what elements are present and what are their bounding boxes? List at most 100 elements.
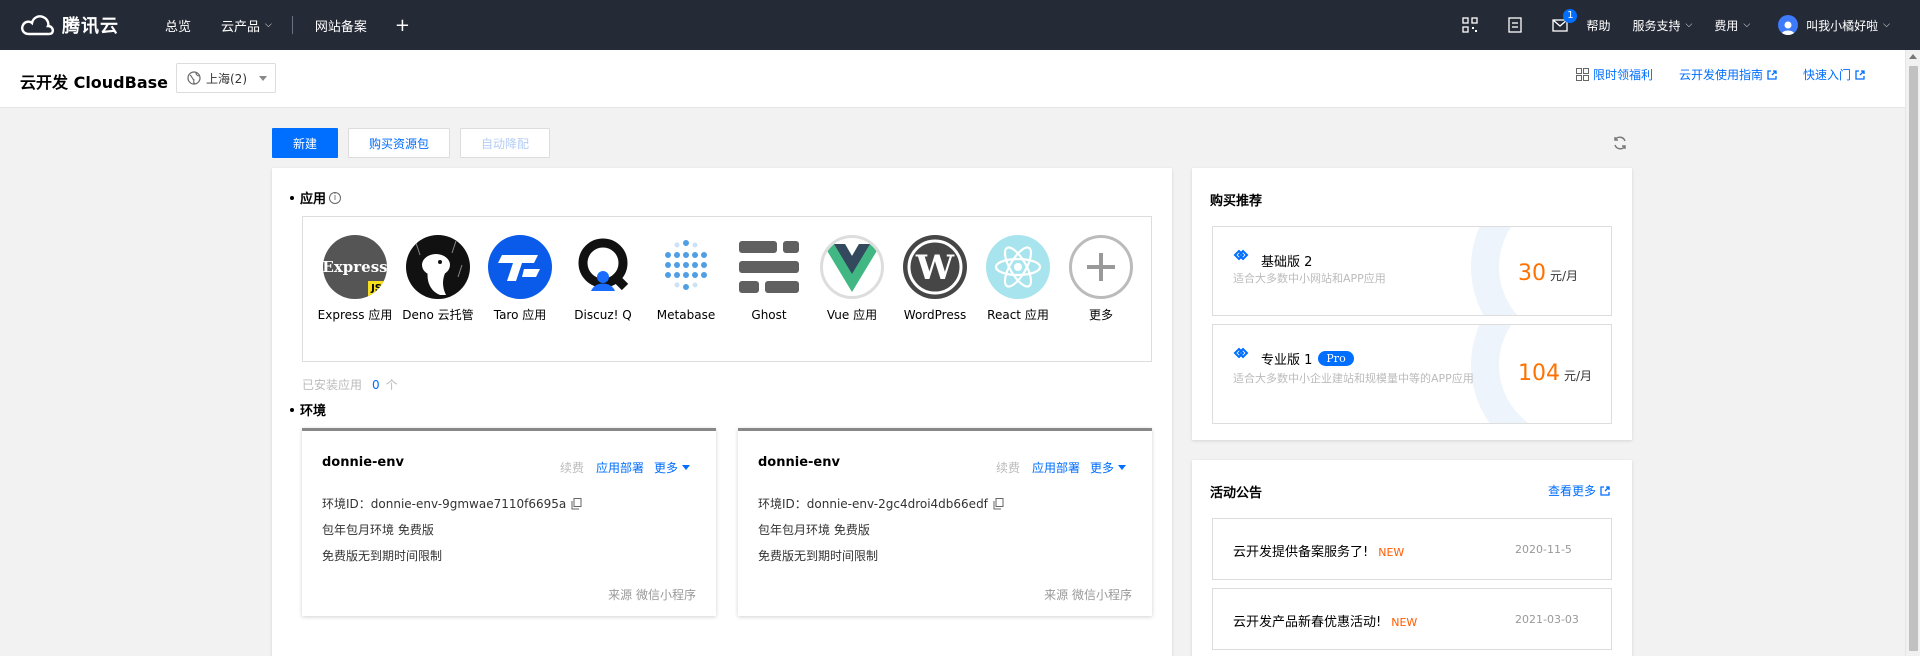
app-more[interactable]: 更多 [1061,235,1141,323]
mail-icon[interactable]: 1 [1552,8,1578,32]
scroll-thumb[interactable] [1909,66,1918,651]
link-benefits[interactable]: 限时领福利 [1572,66,1653,83]
chevron-down-icon: ⌵ [1743,20,1751,30]
env-plan: 包年包月环境 免费版 [758,523,870,537]
main-card: 应用 i Express JS Express 应用 Deno 云托管 Taro… [272,168,1172,656]
add-shortcut-icon[interactable]: + [395,15,410,36]
sub-links: 限时领福利 云开发使用指南 快速入门 [1546,66,1865,83]
more-dropdown[interactable]: 更多 [654,459,690,476]
nav-divider [291,16,293,34]
app-react[interactable]: React 应用 [978,235,1058,323]
ghost-icon [737,235,801,299]
chevron-down-icon: ⌵ [1685,20,1693,30]
env-card: donnie-env 续费 应用部署 更多 环境ID：donnie-env-2g… [738,428,1152,616]
qrcode-icon[interactable] [1462,17,1479,33]
app-name: Vue 应用 [826,308,878,322]
link-guide[interactable]: 云开发使用指南 [1679,66,1777,83]
external-link-icon [1855,69,1865,80]
apps-grid: Express JS Express 应用 Deno 云托管 Taro 应用 D… [302,216,1152,362]
env-name: donnie-env [322,455,404,470]
plan-pro[interactable]: 专业版 1 Pro 适合大多数中小企业建站和规模量中等的APP应用 104 元/月 [1212,324,1612,424]
app-name: WordPress [903,308,967,322]
env-source: 来源 微信小程序 [1044,588,1132,602]
plan-desc: 适合大多数中小企业建站和规模量中等的APP应用 [1233,372,1474,385]
env-limit: 免费版无到期时间限制 [322,549,443,563]
copy-icon[interactable] [993,497,1004,510]
brand-logo[interactable]: 腾讯云 [20,12,135,38]
react-icon [986,235,1050,299]
nav-overview[interactable]: 总览 [165,16,191,35]
document-icon[interactable] [1508,17,1523,33]
deploy-link[interactable]: 应用部署 [596,459,644,476]
vue-icon [820,235,884,299]
grid-icon [1575,68,1589,81]
notice-item[interactable]: 云开发产品新春优惠活动! NEW 2021-03-03 [1212,588,1612,650]
svg-text:W: W [915,248,955,288]
new-button[interactable]: 新建 [272,128,338,158]
installed-label: 已安装应用 [302,378,363,392]
scroll-up-icon[interactable] [1909,54,1917,59]
notice-title: 云开发提供备案服务了! NEW [1233,541,1404,560]
plus-icon [1069,235,1133,299]
nav-billing-label: 费用 [1714,18,1739,33]
caret-down-icon [682,465,690,470]
app-vue[interactable]: Vue 应用 [812,235,892,323]
notice-item[interactable]: 云开发提供备案服务了! NEW 2020-11-5 [1212,518,1612,580]
env-id-text: 环境ID：donnie-env-2gc4droi4db66edf [758,497,988,511]
nav-icp[interactable]: 网站备案 [315,16,367,35]
nav-billing[interactable]: 费用 ⌵ [1714,17,1750,34]
app-name: React 应用 [987,308,1049,322]
app-taro[interactable]: Taro 应用 [480,235,560,323]
nav-user[interactable]: 叫我小橘好啦 ⌵ [1806,17,1890,34]
nav-service-label: 服务支持 [1632,18,1681,33]
env-plan: 包年包月环境 免费版 [322,523,434,537]
nav-products[interactable]: 云产品 ⌵ [221,16,272,35]
view-more-link[interactable]: 查看更多 [1548,482,1610,499]
renew-link: 续费 [559,461,584,475]
app-name: Taro 应用 [493,308,547,322]
env-id-text: 环境ID：donnie-env-9gmwae7110f6695a [322,497,567,511]
cloudbase-logo-icon [1233,347,1249,359]
discuz-icon [571,235,635,299]
scrollbar[interactable] [1905,50,1920,656]
plan-basic[interactable]: 基础版 2 适合大多数中小网站和APP应用 30 元/月 [1212,226,1612,316]
info-icon[interactable]: i [329,191,342,204]
external-link-icon [1600,485,1610,496]
nav-help[interactable]: 帮助 [1586,17,1610,34]
nav-service[interactable]: 服务支持 ⌵ [1632,17,1692,34]
notice-title-text: 云开发产品新春优惠活动! [1233,615,1382,630]
globe-icon [187,71,201,85]
env-id: 环境ID：donnie-env-2gc4droi4db66edf [758,495,1004,512]
plan-price: 104 元/月 [1518,361,1592,386]
deploy-link[interactable]: 应用部署 [1032,459,1080,476]
copy-icon[interactable] [571,497,582,510]
refresh-icon[interactable] [1612,135,1628,151]
page-title: 云开发 CloudBase [20,73,169,92]
app-wordpress[interactable]: W WordPress [895,235,975,323]
chevron-down-icon: ⌵ [265,20,272,30]
link-quickstart[interactable]: 快速入门 [1803,66,1865,83]
app-metabase[interactable]: Metabase [646,235,726,323]
brand-name: 腾讯云 [62,16,119,37]
app-express[interactable]: Express JS Express 应用 [315,235,395,323]
region-select[interactable]: 上海(2) [176,63,276,93]
auto-downgrade-button: 自动降配 [460,128,550,158]
metabase-icon [654,235,718,299]
app-name: Express 应用 [317,308,393,322]
price-unit: 元/月 [1564,369,1593,383]
app-ghost[interactable]: Ghost [729,235,809,323]
more-label: 更多 [653,461,678,475]
bullet [290,195,294,200]
caret-down-icon [259,76,267,81]
avatar[interactable] [1778,15,1799,35]
notice-date: 2020-11-5 [1515,543,1572,556]
installed-count[interactable]: 0 [372,378,380,392]
more-dropdown[interactable]: 更多 [1090,459,1126,476]
app-name: Metabase [656,308,716,322]
app-deno[interactable]: Deno 云托管 [398,235,478,323]
buy-package-button[interactable]: 购买资源包 [348,128,450,158]
apps-section-title: 应用 i [290,188,342,207]
nav-user-label: 叫我小橘好啦 [1806,18,1879,33]
express-logo-text: Express [323,258,387,276]
app-discuz[interactable]: Discuz! Q [563,235,643,323]
